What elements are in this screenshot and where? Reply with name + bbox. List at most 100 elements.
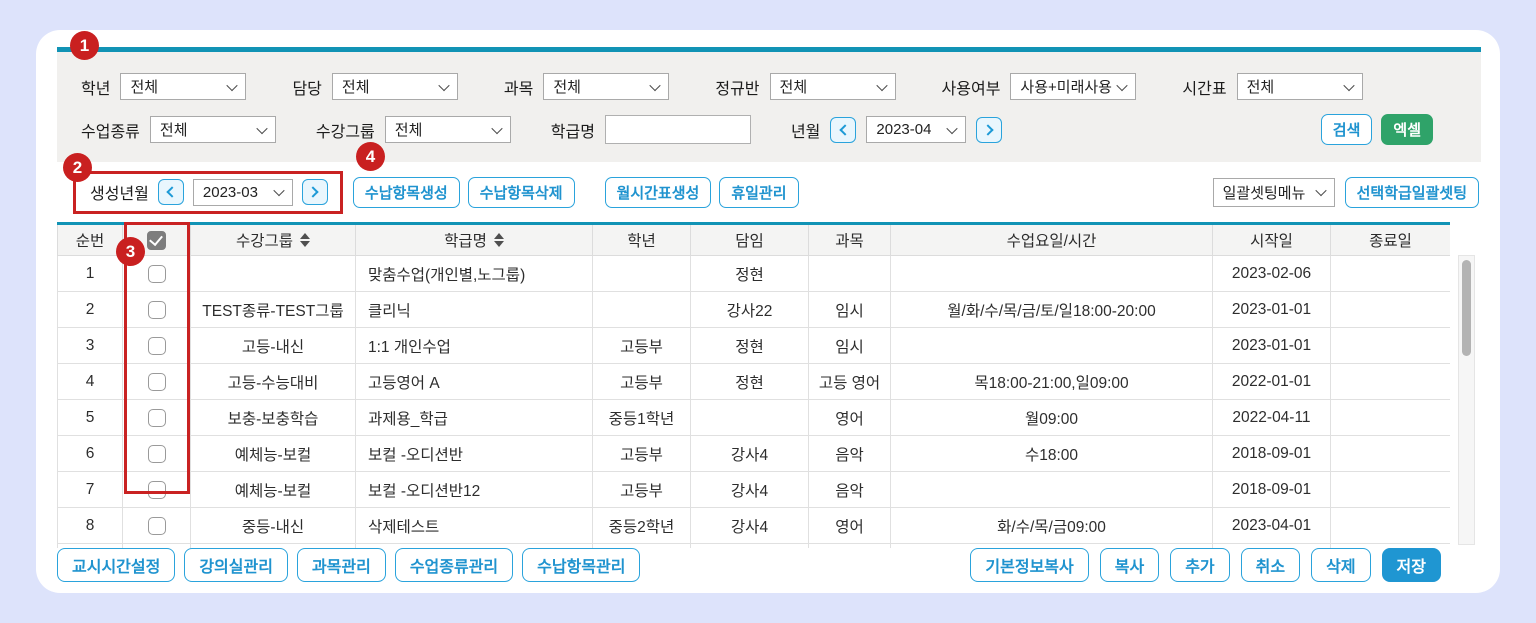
generation-next-month-button[interactable] [301,179,328,205]
filter-year-month: 년월 2023-04 [791,116,1003,143]
classroom-management-button[interactable]: 강의실관리 [184,548,288,582]
table-row[interactable]: 2 TEST종류-TEST그룹 클리닉 강사22 임시 월/화/수/목/금/토/… [57,291,1450,328]
cell-schedule [890,471,1213,508]
row-checkbox[interactable] [147,444,166,463]
row-checkbox[interactable] [147,516,166,535]
header-group-label: 수강그룹 [235,233,294,250]
cell-group: 고등-내신 [190,327,356,364]
header-group[interactable]: 수강그룹 [190,222,356,256]
cell-no: 1 [57,255,123,292]
chevron-down-icon [438,79,450,91]
cell-teacher: 정현 [690,363,809,400]
table-row[interactable]: 4 고등-수능대비 고등영어 A 고등부 정현 고등 영어 목18:00-21:… [57,363,1450,400]
row-checkbox[interactable] [147,372,166,391]
cell-grade: 고등부 [592,471,691,508]
cell-subject: 임시 [808,291,891,328]
cell-subject [808,255,891,292]
generation-toolbar: 생성년월 2023-03 수납항목생성 수납항목삭제 월시간표생성 휴일관리 일… [57,162,1481,222]
table-row[interactable]: 6 예체능-보컬 보컬 -오디션반 고등부 강사4 음악 수18:00 2018… [57,435,1450,472]
cell-no: 7 [57,471,123,508]
cell-start-date: 2018-09-01 [1212,471,1331,508]
header-class-name[interactable]: 학급명 [355,222,593,256]
generation-prev-month-button[interactable] [157,179,184,205]
excel-button[interactable]: 엑셀 [1381,114,1433,145]
delete-fee-items-button[interactable]: 수납항목삭제 [467,176,575,208]
holiday-management-button[interactable]: 휴일관리 [719,176,799,208]
class-name-input[interactable] [604,115,751,144]
grade-select[interactable]: 전체 [120,73,247,100]
table-row[interactable]: 3 고등-내신 1:1 개인수업 고등부 정현 임시 2023-01-01 [57,327,1450,364]
chevron-down-icon [946,122,959,134]
cell-no: 3 [57,327,123,364]
grade-select-value: 전체 [130,79,159,96]
save-button[interactable]: 저장 [1381,548,1441,582]
table-scrollbar[interactable] [1458,255,1475,545]
create-fee-items-button[interactable]: 수납항목생성 [352,176,460,208]
search-button[interactable]: 검색 [1320,114,1373,145]
copy-button[interactable]: 복사 [1099,548,1160,582]
cell-class-name: 보컬 -오디션반12 [355,471,593,508]
regular-class-select[interactable]: 전체 [769,73,896,100]
cell-start-date: 2023-01-01 [1212,327,1331,364]
class-type-management-button[interactable]: 수업종류관리 [394,548,514,582]
cell-group: 예체능-보컬 [190,435,356,472]
row-checkbox[interactable] [147,336,166,355]
generation-month-label: 생성년월 [90,186,149,203]
filter-class-type: 수업종류 전체 [81,116,276,143]
select-all-checkbox[interactable] [147,230,166,250]
cell-grade [592,291,691,328]
cell-group: 예체능-보컬 [190,471,356,508]
delete-button[interactable]: 삭제 [1311,548,1371,582]
generation-month-group: 생성년월 2023-03 [73,170,343,214]
batch-apply-selected-button[interactable]: 선택학급일괄셋팅 [1344,176,1479,208]
sort-icon [493,233,504,247]
table-row[interactable]: 7 예체능-보컬 보컬 -오디션반12 고등부 강사4 음악 2018-09-0… [57,471,1450,508]
year-month-select[interactable]: 2023-04 [866,116,967,143]
monthly-timetable-button[interactable]: 월시간표생성 [604,176,712,208]
cancel-button[interactable]: 취소 [1240,548,1301,582]
row-checkbox[interactable] [147,264,166,283]
cell-subject: 영어 [808,399,891,436]
batch-settings-menu-value: 일괄셋팅메뉴 [1222,184,1306,202]
cell-checkbox [122,291,191,328]
row-checkbox[interactable] [147,300,166,319]
filter-row-1: 학년 전체 담당 전체 과목 전체 정규반 전체 사용여부 사용+미래사용 시간… [57,52,1481,100]
batch-settings-menu-select[interactable]: 일괄셋팅메뉴 [1212,177,1335,207]
class-type-label: 수업종류 [81,123,140,141]
table-row[interactable]: 8 중등-내신 삭제테스트 중등2학년 강사4 영어 화/수/목/금09:00 … [57,507,1450,544]
class-name-label: 학급명 [550,123,595,141]
timetable-select[interactable]: 전체 [1236,73,1363,100]
add-button[interactable]: 추가 [1170,548,1230,582]
cell-subject: 고등 영어 [808,363,891,400]
class-type-select[interactable]: 전체 [149,116,276,143]
manager-select[interactable]: 전체 [331,73,458,100]
fee-item-management-button[interactable]: 수납항목관리 [522,548,641,582]
cell-class-name: 삭제테스트 [355,507,593,544]
course-group-select[interactable]: 전체 [384,116,511,143]
timetable-select-value: 전체 [1246,79,1275,96]
usage-select[interactable]: 사용+미래사용 [1010,73,1137,100]
prev-month-button[interactable] [830,116,857,143]
period-time-settings-button[interactable]: 교시시간설정 [57,548,176,582]
table-row[interactable]: 1 맞춤수업(개인별,노그룹) 정현 2023-02-06 [57,255,1450,292]
cell-schedule: 화/수/목/금09:00 [890,507,1213,544]
chevron-down-icon [1116,79,1129,91]
table-row[interactable]: 5 보충-보충학습 과제용_학급 중등1학년 영어 월09:00 2022-04… [57,399,1450,436]
cell-checkbox [122,327,191,364]
scrollbar-thumb[interactable] [1462,260,1471,356]
chevron-left-icon [839,123,851,136]
subject-management-button[interactable]: 과목관리 [296,548,386,582]
subject-label: 과목 [503,80,534,98]
next-month-button[interactable] [976,116,1003,143]
row-checkbox[interactable] [147,480,166,499]
filter-subject: 과목 전체 [503,73,670,100]
subject-select[interactable]: 전체 [543,73,670,100]
row-checkbox[interactable] [147,408,166,427]
chevron-left-icon [166,186,179,198]
cell-start-date: 2023-04-01 [1212,507,1331,544]
header-class-name-label: 학급명 [444,233,487,250]
generation-month-select[interactable]: 2023-03 [192,178,293,206]
annotation-badge-2: 2 [63,153,92,182]
copy-basic-info-button[interactable]: 기본정보복사 [970,548,1089,582]
cell-grade: 중등2학년 [592,507,691,544]
